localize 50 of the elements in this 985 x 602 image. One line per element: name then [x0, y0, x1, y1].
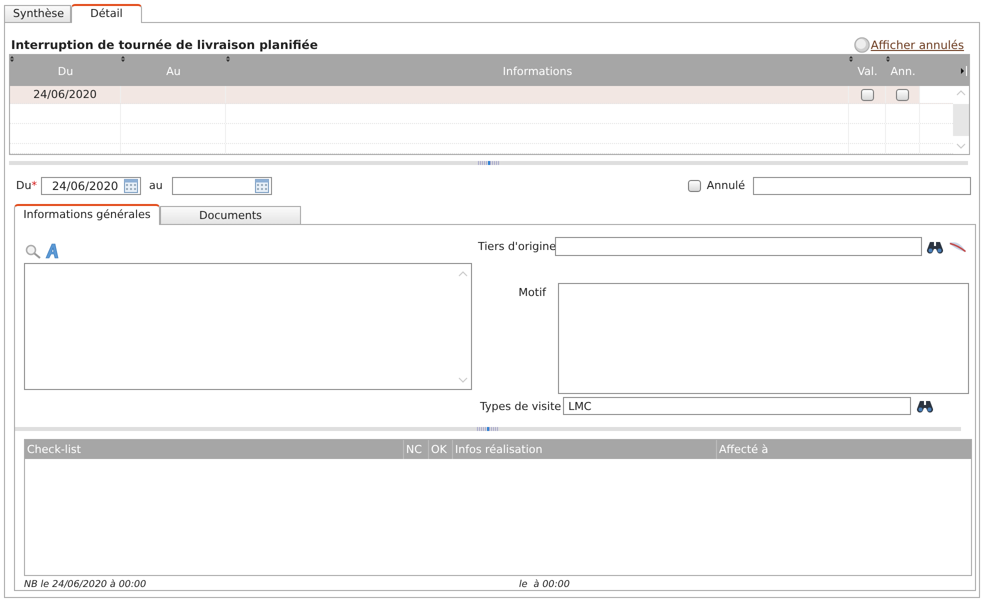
checkbox[interactable] — [860, 88, 874, 100]
calendar-icon[interactable] — [254, 178, 269, 192]
sort-icon[interactable] — [849, 56, 853, 62]
show-cancelled-link[interactable]: Afficher annulés — [870, 38, 964, 52]
section-title: Interruption de tournée de livraison planifiée — [10, 38, 318, 52]
tab[interactable]: Documents — [160, 206, 301, 224]
date-field[interactable]: 24/06/2020 — [40, 176, 141, 194]
date-field[interactable] — [172, 176, 272, 194]
sort-icon[interactable] — [10, 56, 14, 62]
sort-icon[interactable] — [226, 56, 230, 62]
checkbox[interactable] — [688, 180, 701, 192]
checkbox-label: Annulé — [706, 179, 745, 192]
tab[interactable]: Détail — [71, 4, 142, 23]
column-header[interactable]: Infos réalisation — [455, 443, 542, 456]
search-icon[interactable] — [25, 244, 41, 259]
table-row[interactable]: 24/06/2020 — [10, 86, 953, 104]
input-field[interactable] — [753, 176, 971, 194]
sort-icon[interactable] — [886, 56, 890, 62]
checkbox[interactable] — [896, 88, 909, 100]
calendar-icon[interactable] — [124, 178, 138, 192]
tab[interactable]: Synthèse — [4, 5, 71, 22]
column-header[interactable]: Ann. — [890, 65, 916, 78]
column-header[interactable]: Informations — [502, 65, 572, 78]
input-field[interactable] — [555, 237, 922, 256]
field-label: au — [148, 179, 163, 192]
binoculars-icon[interactable] — [927, 240, 943, 254]
feather-icon[interactable] — [949, 240, 966, 252]
toggle-icon[interactable] — [854, 36, 870, 52]
audit-note: le à 00:00 — [519, 579, 570, 590]
font-style-icon[interactable] — [45, 243, 60, 259]
field-label: Du* — [16, 179, 37, 192]
binoculars-icon[interactable] — [917, 399, 934, 413]
audit-note: NB le 24/06/2020 à 00:00 — [24, 579, 148, 590]
column-header[interactable]: Check-list — [27, 443, 81, 456]
input-field[interactable]: LMC — [563, 397, 912, 415]
column-header[interactable]: Au — [166, 65, 181, 78]
sort-icon[interactable] — [121, 56, 125, 62]
table-cell: 24/06/2020 — [33, 88, 97, 101]
column-header[interactable]: Affecté à — [719, 443, 768, 456]
field-label: Motif — [518, 285, 548, 299]
text-area[interactable] — [24, 263, 472, 390]
field-label: Types de visite — [480, 400, 562, 412]
column-header[interactable]: Du — [58, 65, 74, 78]
column-header[interactable]: NC — [406, 443, 422, 456]
column-header[interactable]: Val. — [858, 65, 878, 78]
column-menu-icon[interactable] — [961, 66, 967, 76]
field-label: Tiers d'origine — [478, 240, 555, 253]
tab[interactable]: Informations générales — [14, 204, 160, 225]
column-header[interactable]: OK — [431, 443, 447, 456]
text-area[interactable] — [558, 283, 969, 394]
